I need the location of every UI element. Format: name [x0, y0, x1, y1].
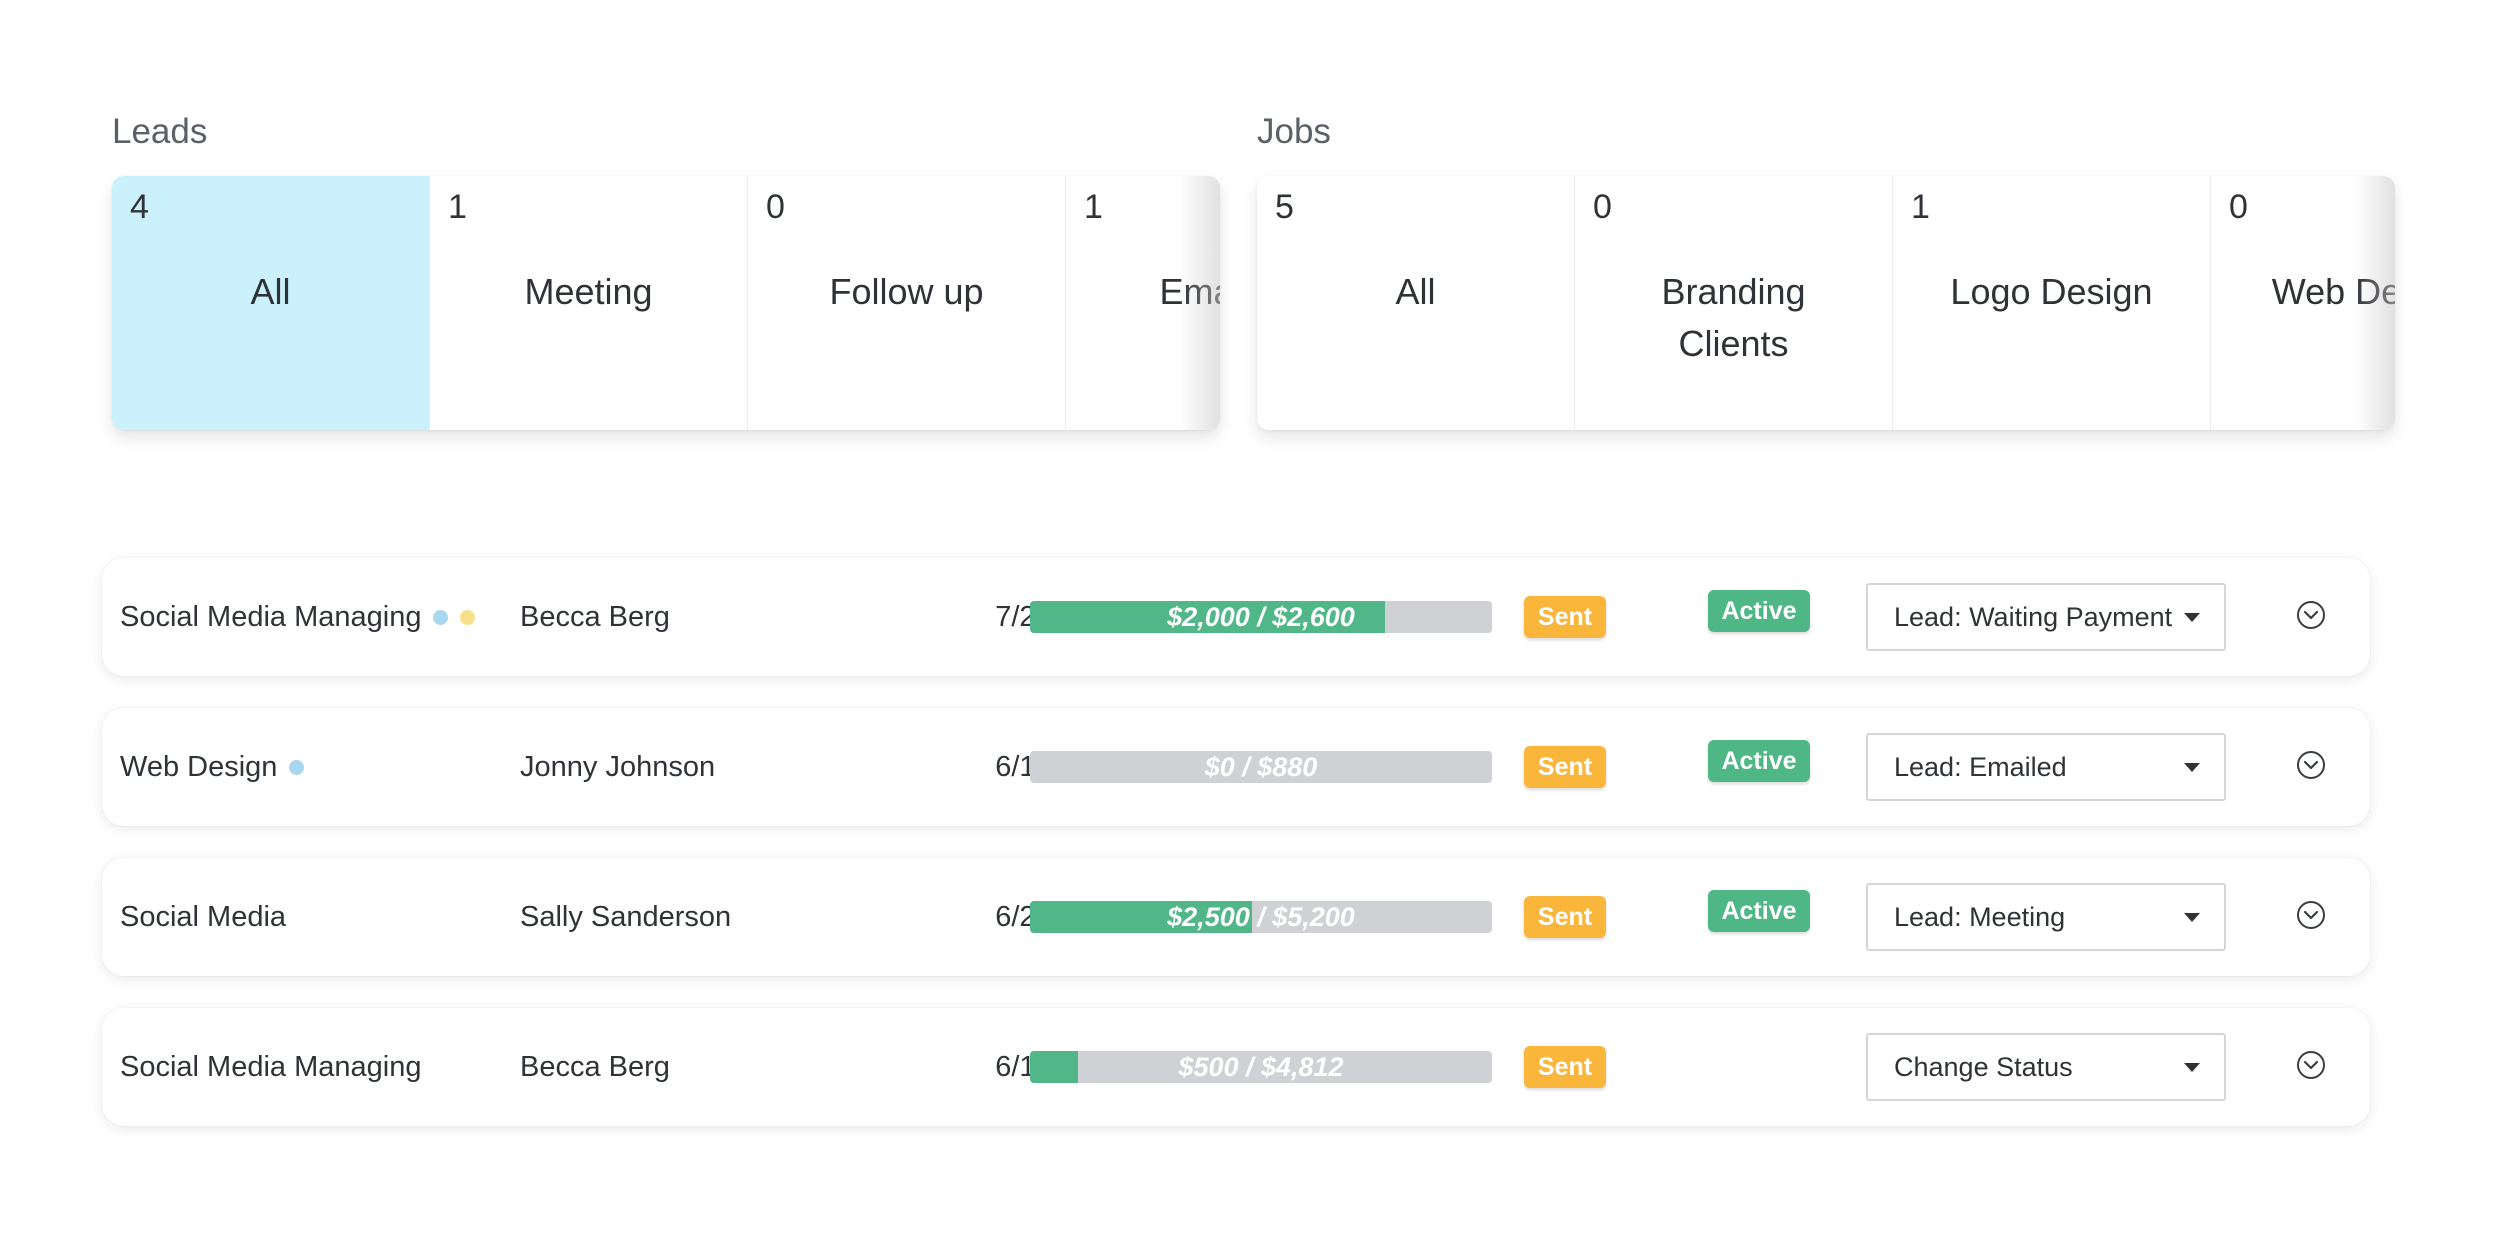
table-row[interactable]: Web DesignJonny Johnson6/16/18$0 / $880S… [102, 708, 2370, 826]
tab-count: 1 [1911, 188, 1930, 226]
chevron-down-circle-icon[interactable] [2296, 900, 2326, 930]
status-dropdown-value: Lead: Waiting Payment [1894, 601, 2173, 632]
chevron-down-circle-icon[interactable] [2296, 600, 2326, 630]
client-name: Jonny Johnson [520, 751, 716, 783]
active-badge: Active [1708, 890, 1810, 932]
status-dropdown[interactable]: Lead: Waiting Payment [1866, 583, 2226, 651]
leads-title: Leads [112, 112, 208, 151]
active-badge: Active [1708, 590, 1810, 632]
client-name: Becca Berg [520, 1051, 670, 1083]
payment-progress-bar: $0 / $880 [1030, 751, 1492, 783]
leads-tab-follow-up[interactable]: 0 Follow up [748, 176, 1066, 430]
payment-progress-bar: $500 / $4,812 [1030, 1051, 1492, 1083]
tag-dot [433, 609, 449, 625]
status-dropdown[interactable]: Change Status [1866, 1033, 2226, 1101]
tab-count: 5 [1275, 188, 1294, 226]
tab-label: Branding Clients [1661, 271, 1806, 364]
status-dropdown-value: Change Status [1894, 1051, 2073, 1082]
tag-dot [289, 759, 305, 775]
tab-count: 0 [2229, 188, 2248, 226]
tab-count: 1 [1084, 188, 1103, 226]
leads-tab-panel: 4 All 1 Meeting 0 Follow up 1 Emailed [112, 176, 1220, 430]
jobs-tab-branding-clients[interactable]: 0 Branding Clients [1575, 176, 1893, 430]
project-name-cell: Social Media Managing [120, 558, 476, 676]
progress-text: $500 / $4,812 [1178, 1052, 1344, 1082]
sent-badge: Sent [1524, 596, 1606, 638]
tab-label: Meeting [524, 271, 653, 312]
status-dropdown[interactable]: Lead: Emailed [1866, 733, 2226, 801]
caret-down-icon [2184, 913, 2200, 922]
table-row[interactable]: Social Media ManagingBecca Berg6/17/17$5… [102, 1008, 2370, 1126]
status-dropdown-value: Lead: Meeting [1894, 901, 2066, 932]
leads-tab-emailed[interactable]: 1 Emailed [1066, 176, 1220, 430]
table-row[interactable]: Social Media ManagingBecca Berg7/28/18$2… [102, 558, 2370, 676]
progress-text: $2,500 / $5,200 [1167, 902, 1355, 932]
sent-badge: Sent [1524, 746, 1606, 788]
tab-count: 1 [448, 188, 467, 226]
status-dropdown[interactable]: Lead: Meeting [1866, 883, 2226, 951]
client-name: Sally Sanderson [520, 901, 732, 933]
leads-tab-all[interactable]: 4 All [112, 176, 430, 430]
jobs-title: Jobs [1257, 112, 1331, 151]
client-name: Becca Berg [520, 601, 670, 633]
jobs-tab-logo-design[interactable]: 1 Logo Design [1893, 176, 2211, 430]
payment-progress-bar: $2,000 / $2,600 [1030, 601, 1492, 633]
project-name: Web Design [120, 750, 278, 783]
tag-dot [460, 609, 476, 625]
status-dropdown-value: Lead: Emailed [1894, 751, 2067, 782]
tab-label: All [1395, 271, 1436, 312]
jobs-tab-panel: 5 All 0 Branding Clients 1 Logo Design 0 Web De… [1257, 176, 2395, 430]
jobs-tab-web-design[interactable]: 0 Web Design [2211, 176, 2395, 430]
chevron-down-circle-icon[interactable] [2296, 1050, 2326, 1080]
active-badge: Active [1708, 740, 1810, 782]
caret-down-icon [2184, 763, 2200, 772]
project-name: Social Media [120, 900, 287, 933]
jobs-tab-all[interactable]: 5 All [1257, 176, 1575, 430]
caret-down-icon [2184, 1063, 2200, 1072]
sent-badge: Sent [1524, 1046, 1606, 1088]
project-name-cell: Social Media Managing [120, 1008, 421, 1126]
table-row[interactable]: Social MediaSally Sanderson6/26/17$2,500… [102, 858, 2370, 976]
project-name-cell: Web Design [120, 708, 305, 826]
tab-label: Follow up [829, 271, 984, 312]
tab-label: Emailed [1159, 271, 1220, 312]
jobs-tab-row: 5 All 0 Branding Clients 1 Logo Design 0 Web De… [1257, 176, 2395, 430]
progress-text: $2,000 / $2,600 [1167, 602, 1355, 632]
tab-count: 0 [1593, 188, 1612, 226]
leads-tab-row: 4 All 1 Meeting 0 Follow up 1 Emailed [112, 176, 1220, 430]
tab-label: Logo Design [1950, 271, 2153, 312]
caret-down-icon [2184, 613, 2200, 622]
project-name-cell: Social Media [120, 858, 286, 976]
tab-label: All [250, 271, 291, 312]
tab-count: 4 [130, 188, 149, 226]
tab-count: 0 [766, 188, 785, 226]
project-name: Social Media Managing [120, 1050, 422, 1083]
chevron-down-circle-icon[interactable] [2296, 750, 2326, 780]
sent-badge: Sent [1524, 896, 1606, 938]
progress-text: $0 / $880 [1204, 752, 1318, 782]
leads-tab-meeting[interactable]: 1 Meeting [430, 176, 748, 430]
project-name: Social Media Managing [120, 600, 422, 633]
payment-progress-bar: $2,500 / $5,200 [1030, 901, 1492, 933]
tab-label: Web Design [2271, 271, 2395, 312]
